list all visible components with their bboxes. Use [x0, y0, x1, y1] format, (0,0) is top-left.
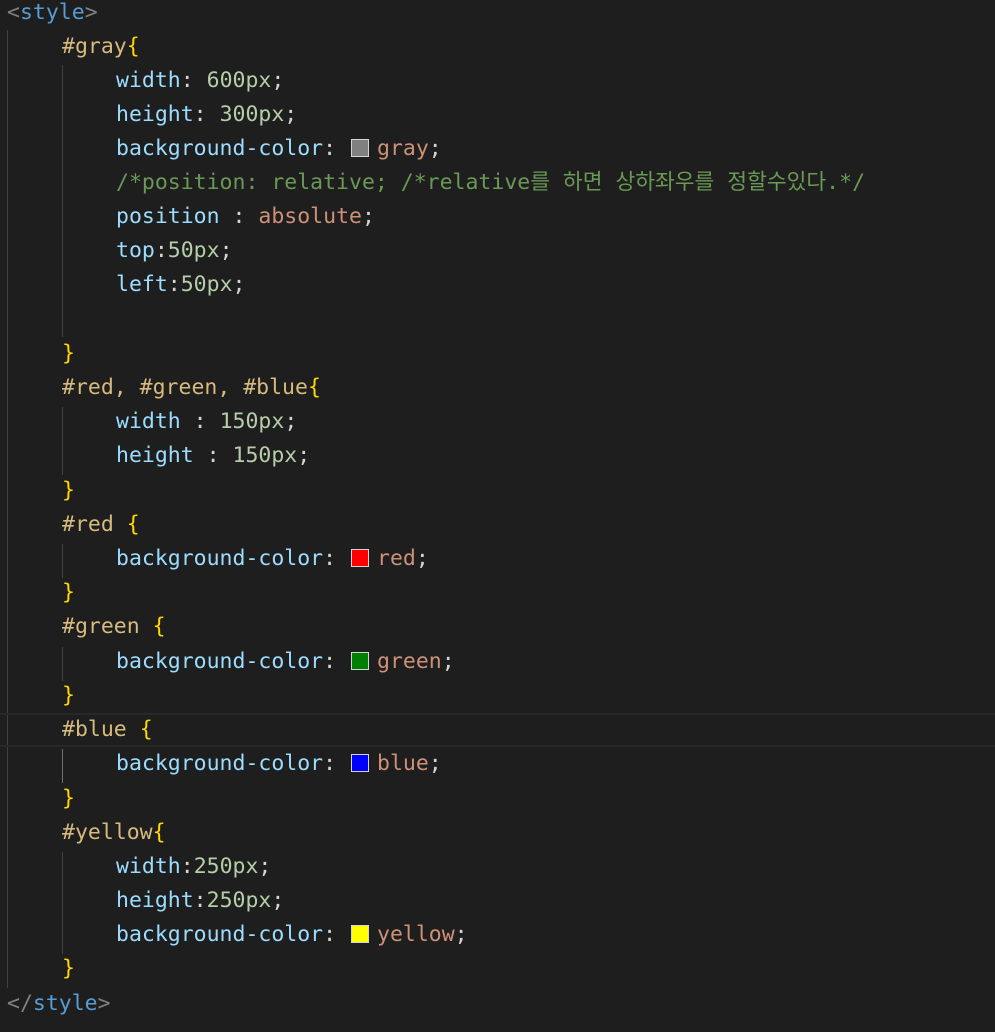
css-value: 250px: [206, 888, 272, 913]
code-line[interactable]: /*position: relative; /*relative를 하면 상하좌…: [116, 166, 865, 200]
brace: {: [152, 820, 166, 845]
tag-bracket: >: [84, 0, 98, 25]
code-line[interactable]: left:50px;: [116, 268, 245, 302]
css-property: top: [116, 238, 155, 263]
css-property: width: [116, 854, 181, 879]
code-line[interactable]: background-color: gray;: [116, 132, 442, 166]
css-property: background-color: [116, 751, 324, 776]
tag-bracket: </: [7, 991, 33, 1016]
code-line[interactable]: #yellow{: [62, 816, 166, 850]
code-line[interactable]: }: [62, 474, 75, 508]
brace: {: [126, 512, 140, 537]
code-line[interactable]: background-color: red;: [116, 542, 429, 576]
css-property: height: [116, 443, 194, 468]
brace: }: [62, 683, 75, 708]
css-value: 150px: [219, 409, 285, 434]
css-value: yellow: [377, 922, 455, 947]
tag-bracket: <: [7, 0, 20, 25]
code-line[interactable]: #red, #green, #blue{: [62, 371, 321, 405]
css-value: red: [377, 546, 416, 571]
css-value: 150px: [232, 443, 298, 468]
brace: {: [139, 717, 153, 742]
brace: }: [62, 580, 75, 605]
css-value: 600px: [206, 68, 272, 93]
tag-bracket: >: [97, 991, 111, 1016]
color-swatch-gray[interactable]: [351, 139, 369, 157]
code-line[interactable]: background-color: blue;: [116, 747, 442, 781]
css-value: 300px: [219, 102, 285, 127]
css-selector: #gray: [62, 34, 127, 59]
brace: }: [62, 956, 75, 981]
code-line[interactable]: #green {: [62, 610, 166, 644]
code-line[interactable]: }: [62, 679, 75, 713]
css-value: gray: [377, 136, 429, 161]
css-selector: #blue: [62, 717, 127, 742]
indent-guide: [62, 749, 63, 783]
code-line[interactable]: #blue {: [62, 713, 153, 747]
css-property: position: [116, 204, 220, 229]
code-line[interactable]: background-color: yellow;: [116, 918, 468, 952]
code-line[interactable]: }: [62, 337, 75, 371]
color-swatch-yellow[interactable]: [351, 925, 369, 943]
css-selector: #red: [62, 512, 114, 537]
css-selector: #green: [62, 614, 140, 639]
code-line[interactable]: width:250px;: [116, 850, 271, 884]
code-line[interactable]: #red {: [62, 508, 140, 542]
css-property: background-color: [116, 922, 324, 947]
brace: {: [307, 375, 321, 400]
css-value: blue: [377, 751, 429, 776]
css-property: left: [116, 272, 168, 297]
color-swatch-blue[interactable]: [351, 754, 369, 772]
code-line[interactable]: <style>: [7, 0, 98, 30]
code-line[interactable]: width: 600px;: [116, 64, 284, 98]
css-value: absolute: [258, 204, 362, 229]
code-line[interactable]: height: 300px;: [116, 98, 297, 132]
tag-name: style: [19, 0, 85, 25]
brace: }: [62, 478, 75, 503]
css-property: background-color: [116, 649, 324, 674]
css-property: background-color: [116, 546, 324, 571]
css-value: 50px: [180, 272, 233, 297]
css-selector: #yellow: [62, 820, 153, 845]
indent-guide: [62, 647, 63, 681]
css-value: 250px: [193, 854, 259, 879]
color-swatch-red[interactable]: [351, 549, 369, 567]
css-property: width: [116, 409, 181, 434]
code-line[interactable]: </style>: [7, 987, 111, 1021]
brace: }: [62, 341, 75, 366]
tag-name: style: [32, 991, 98, 1016]
css-value: 50px: [167, 238, 220, 263]
code-line[interactable]: height:250px;: [116, 884, 284, 918]
code-line[interactable]: width : 150px;: [116, 405, 297, 439]
css-property: width: [116, 68, 181, 93]
brace: {: [126, 34, 140, 59]
brace: }: [62, 786, 75, 811]
code-line[interactable]: background-color: green;: [116, 645, 455, 679]
indent-guide: [62, 65, 63, 337]
code-line[interactable]: #gray{: [62, 30, 140, 64]
css-property: height: [116, 888, 194, 913]
code-line[interactable]: height : 150px;: [116, 439, 310, 473]
css-value: green: [377, 649, 442, 674]
indent-guide: [62, 544, 63, 578]
css-property: background-color: [116, 136, 324, 161]
code-line[interactable]: }: [62, 782, 75, 816]
indent-guide: [7, 30, 8, 988]
code-line[interactable]: top:50px;: [116, 234, 233, 268]
css-selector: #red, #green, #blue: [62, 375, 308, 400]
code-line[interactable]: position : absolute;: [116, 200, 375, 234]
indent-guide: [62, 407, 63, 475]
code-comment: /*position: relative; /*relative를 하면 상하좌…: [116, 170, 866, 195]
brace: {: [152, 614, 166, 639]
code-editor[interactable]: <style> #gray{ width: 600px; height: 300…: [0, 0, 995, 1032]
code-line[interactable]: }: [62, 952, 75, 986]
code-line[interactable]: }: [62, 576, 75, 610]
css-property: height: [116, 102, 194, 127]
indent-guide: [62, 852, 63, 954]
color-swatch-green[interactable]: [351, 652, 369, 670]
